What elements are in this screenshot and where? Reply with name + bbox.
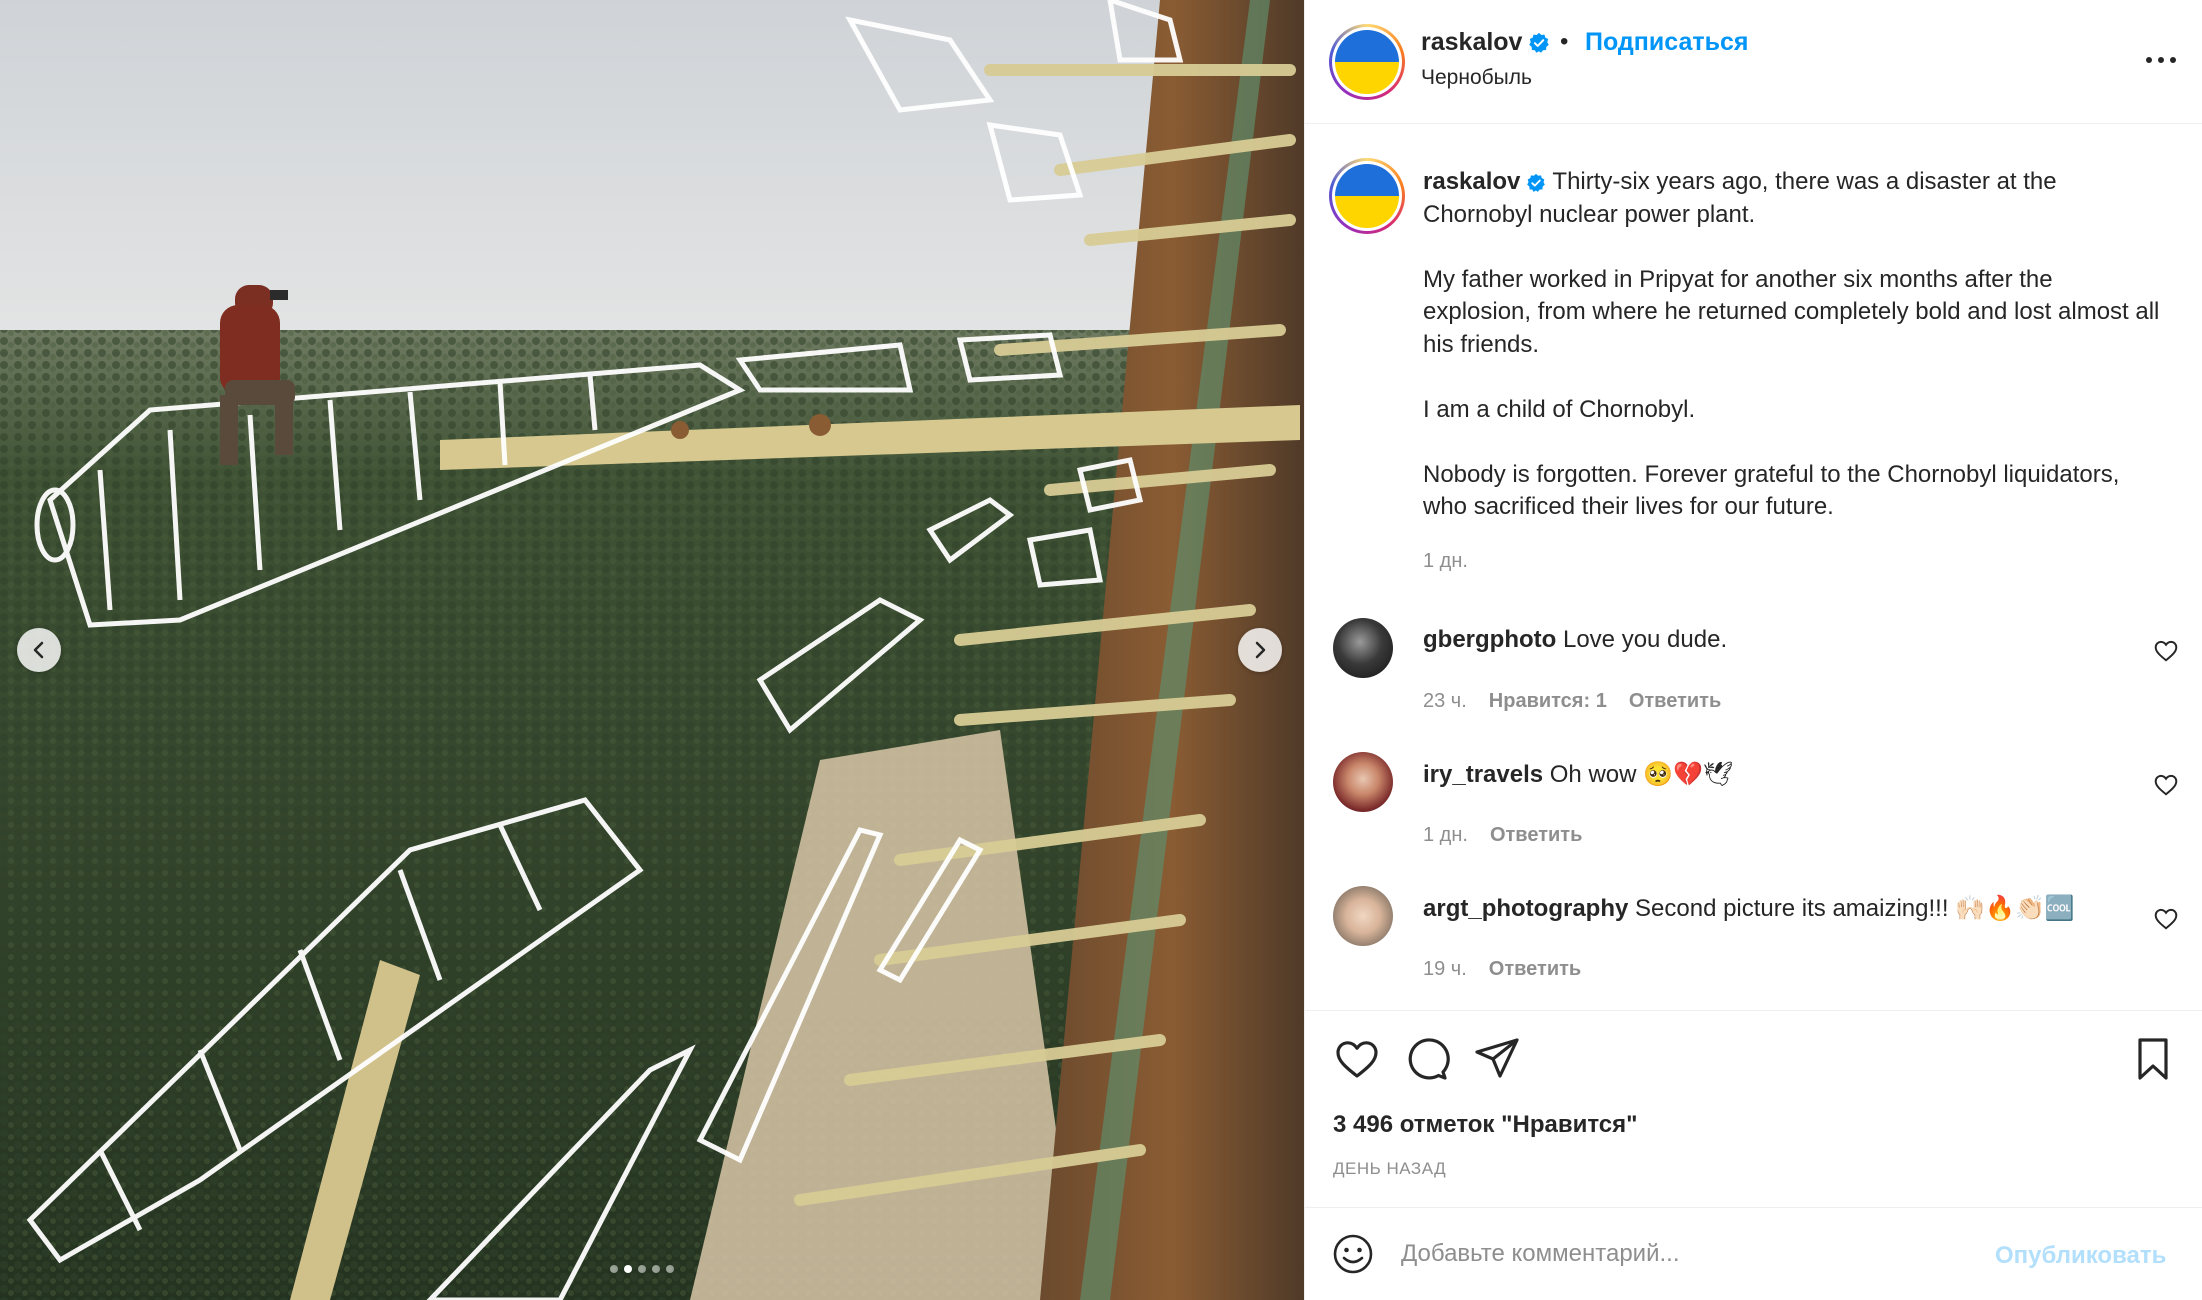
heart-icon[interactable]	[1333, 1035, 1381, 1083]
post-location[interactable]: Чернобыль	[1421, 66, 1532, 90]
comment-input[interactable]	[1401, 1230, 1961, 1278]
more-options-icon[interactable]	[2143, 48, 2179, 72]
carousel-dot-active	[624, 1265, 632, 1273]
likes-count[interactable]: 3 496 отметок "Нравится"	[1333, 1111, 1638, 1139]
commenter-avatar[interactable]	[1333, 618, 1393, 678]
publish-button[interactable]: Опубликовать	[1995, 1242, 2166, 1270]
comment-item: iry_travels Oh wow 🥺💔🕊 1 дн. Ответить	[1305, 752, 2202, 882]
comment-reply-button[interactable]: Ответить	[1489, 958, 1581, 981]
post-photo[interactable]	[0, 0, 1304, 1300]
caption-paragraph: I am a child of Chornobyl.	[1423, 395, 1696, 423]
comment-reply-button[interactable]: Ответить	[1490, 824, 1582, 847]
comment-reply-button[interactable]: Ответить	[1629, 690, 1721, 713]
verified-badge-icon	[1529, 33, 1550, 54]
comment-timestamp[interactable]: 1 дн.	[1423, 824, 1468, 847]
author-avatar[interactable]	[1329, 24, 1405, 100]
photo-scene	[0, 0, 1304, 1300]
commenter-username[interactable]: iry_travels	[1423, 761, 1543, 788]
carousel-dot	[638, 1265, 646, 1273]
caption-timestamp[interactable]: 1 дн.	[1423, 550, 1468, 573]
heart-icon[interactable]	[2153, 638, 2179, 664]
commenter-avatar[interactable]	[1333, 886, 1393, 946]
comment-text: Oh wow 🥺💔🕊	[1549, 761, 1734, 788]
follow-button[interactable]: Подписаться	[1585, 28, 1748, 57]
header-separator: •	[1560, 28, 1569, 55]
post-header: raskalov • Подписаться Чернобыль	[1305, 0, 2202, 124]
carousel-dot	[666, 1265, 674, 1273]
bookmark-icon[interactable]	[2129, 1035, 2177, 1083]
add-comment-bar: Опубликовать	[1305, 1207, 2202, 1300]
comment-icon[interactable]	[1403, 1035, 1451, 1083]
post-date[interactable]: ДЕНЬ НАЗАД	[1333, 1159, 1446, 1179]
post-caption: raskalov Thirty-six years ago, there was …	[1423, 166, 2163, 556]
carousel-indicator	[610, 1265, 674, 1273]
caption-paragraph: My father worked in Pripyat for another …	[1423, 265, 2160, 358]
commenter-username[interactable]: argt_photography	[1423, 895, 1628, 922]
caption-username[interactable]: raskalov	[1423, 168, 1520, 195]
caption-paragraph: Nobody is forgotten. Forever grateful to…	[1423, 460, 2120, 521]
comment-item: argt_photography Second picture its amai…	[1305, 886, 2202, 1016]
verified-badge-icon	[1527, 173, 1546, 192]
heart-icon[interactable]	[2153, 772, 2179, 798]
carousel-dot	[610, 1265, 618, 1273]
comment-text: Love you dude.	[1562, 626, 1728, 653]
comment-text: Second picture its amaizing!!! 🙌🏻🔥👏🏻🆒	[1635, 895, 2075, 922]
comment-timestamp[interactable]: 23 ч.	[1423, 690, 1467, 713]
caption-author-avatar[interactable]	[1329, 158, 1405, 234]
comment-timestamp[interactable]: 19 ч.	[1423, 958, 1467, 981]
share-icon[interactable]	[1473, 1035, 1521, 1083]
comment-likes-count[interactable]: Нравится: 1	[1489, 690, 1607, 713]
commenter-avatar[interactable]	[1333, 752, 1393, 812]
emoji-icon[interactable]	[1331, 1232, 1375, 1276]
comment-item: gbergphoto Love you dude. 23 ч. Нравится…	[1305, 618, 2202, 748]
heart-icon[interactable]	[2153, 906, 2179, 932]
author-username[interactable]: raskalov	[1421, 28, 1522, 56]
post-side-panel: raskalov • Подписаться Чернобыль raskalo…	[1304, 0, 2202, 1300]
commenter-username[interactable]: gbergphoto	[1423, 626, 1556, 653]
carousel-next-button[interactable]	[1238, 628, 1282, 672]
carousel-prev-button[interactable]	[17, 628, 61, 672]
ukraine-flag-avatar	[1335, 164, 1399, 228]
chevron-left-icon	[33, 641, 44, 659]
ukraine-flag-avatar	[1335, 30, 1399, 94]
chevron-right-icon	[1255, 641, 1266, 659]
carousel-dot	[652, 1265, 660, 1273]
